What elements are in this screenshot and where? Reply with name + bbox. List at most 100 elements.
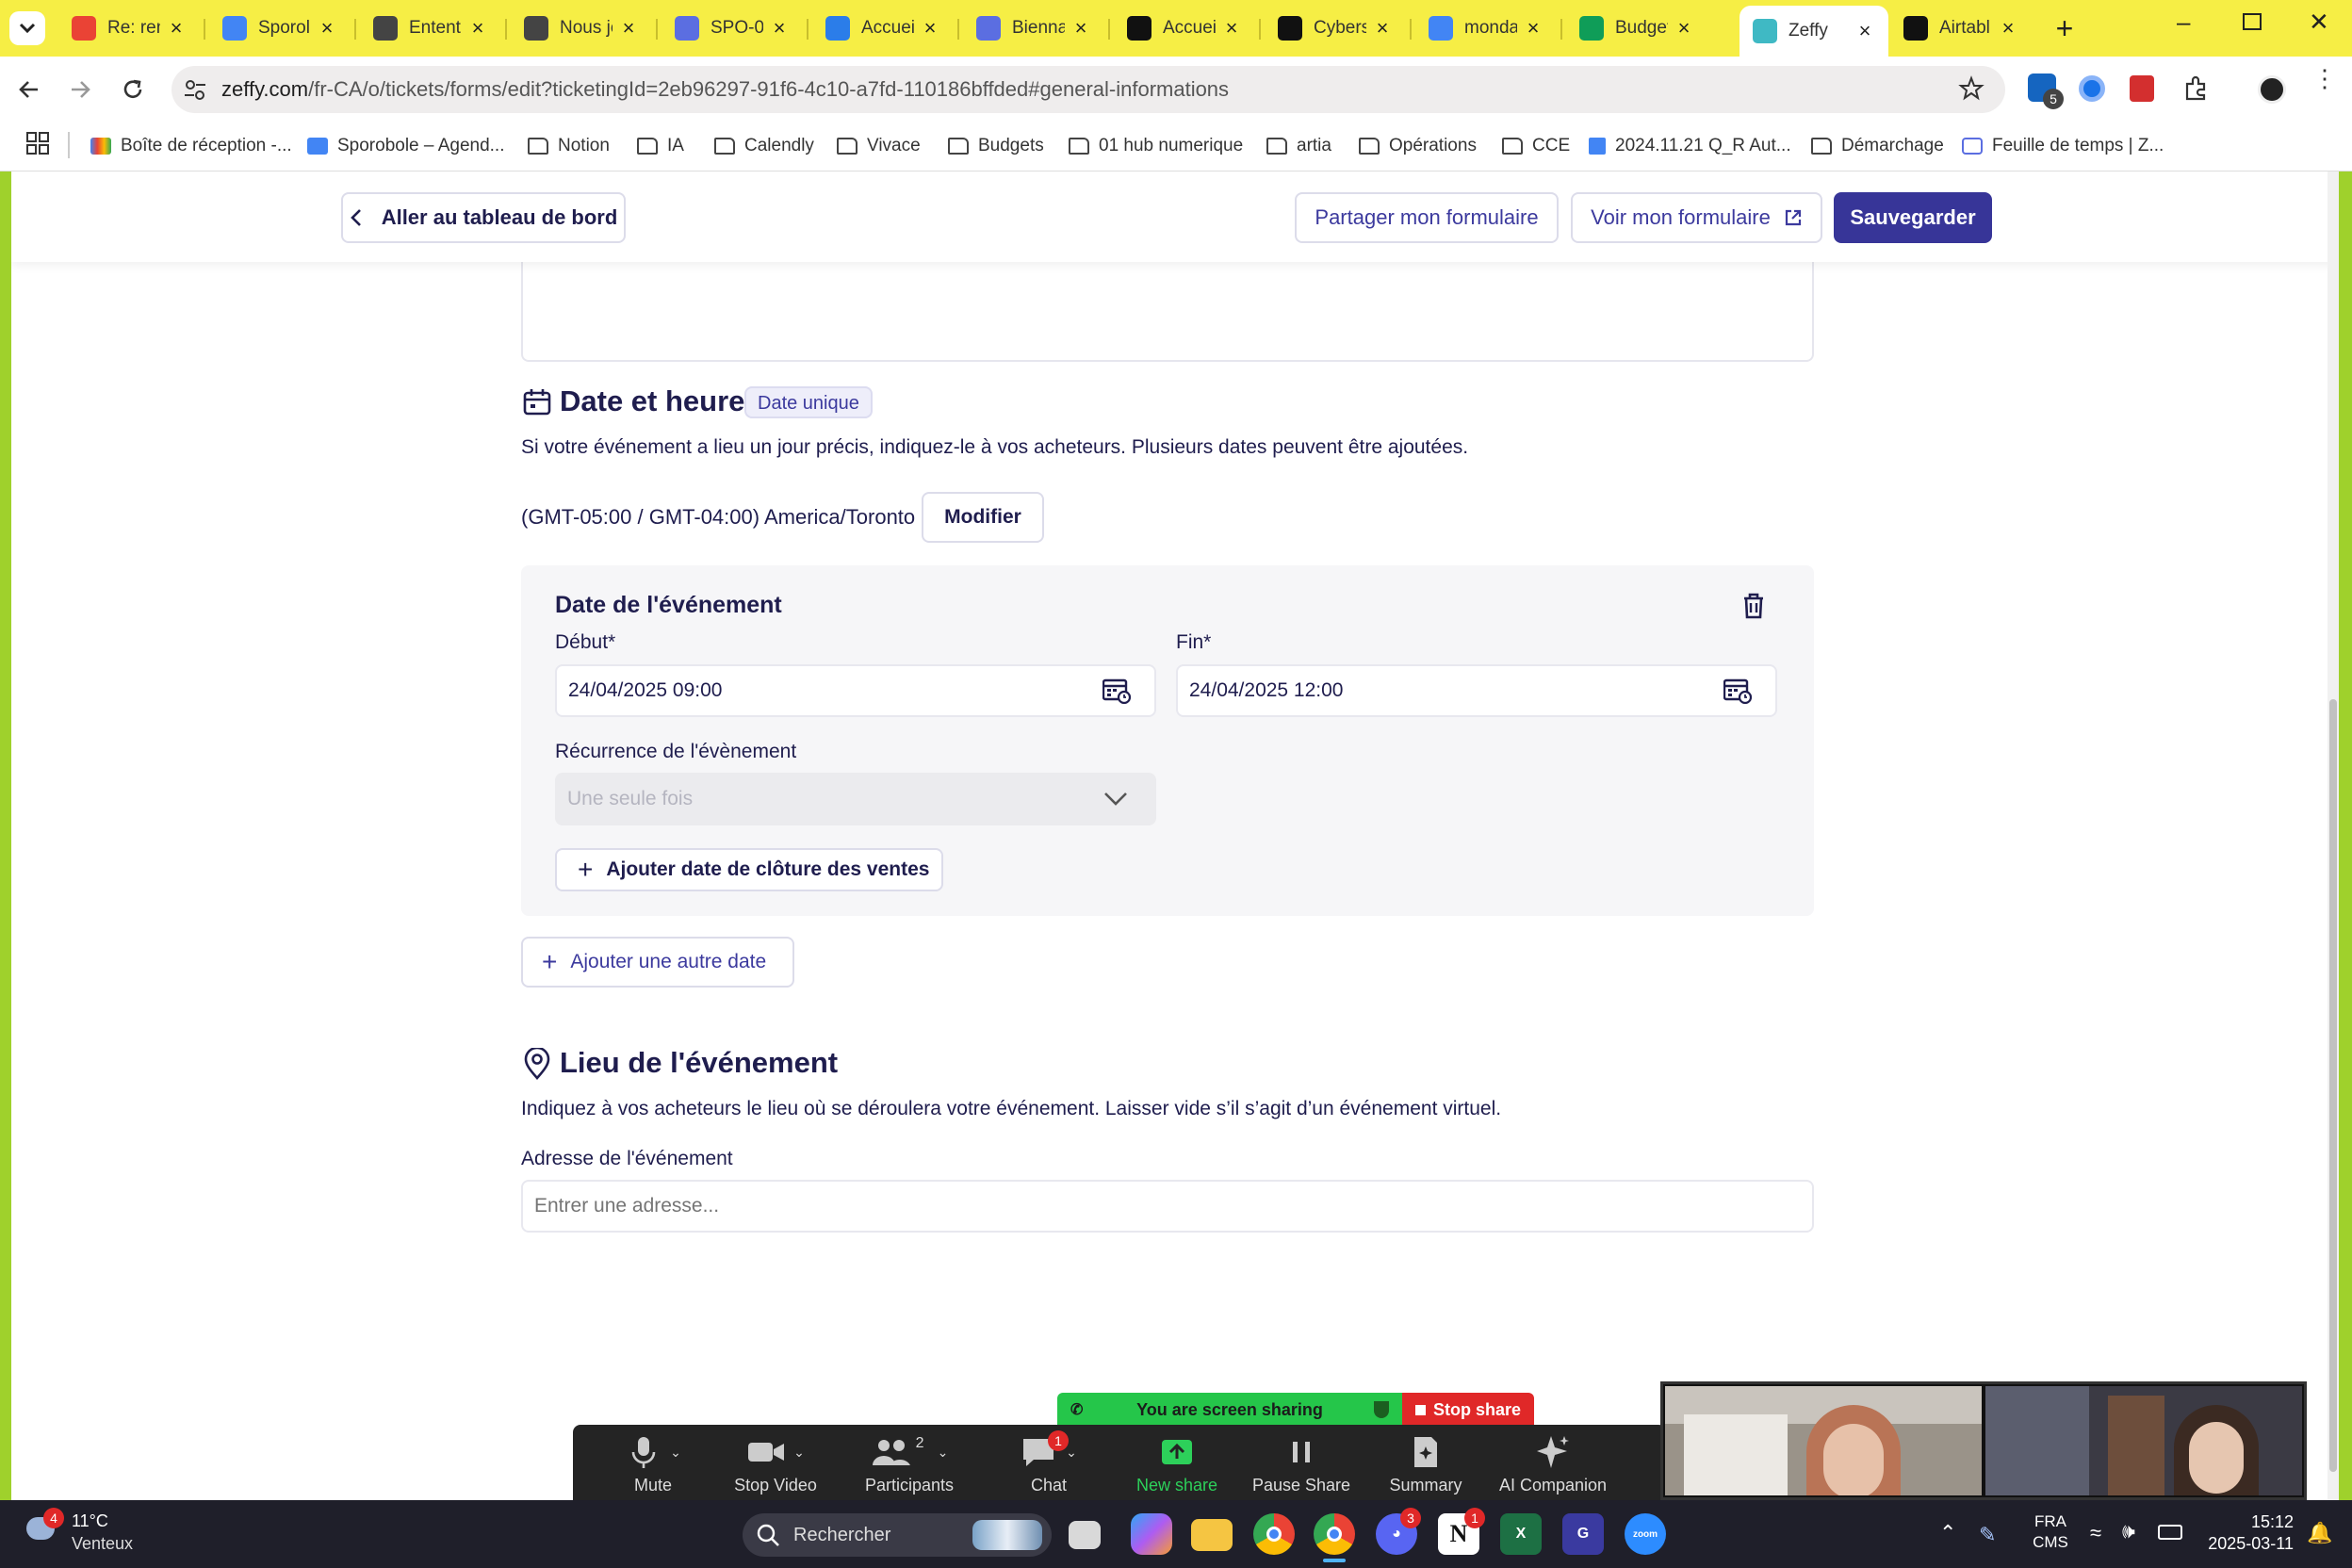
bookmark-item[interactable]: 2024.11.21 Q_R Aut... bbox=[1589, 130, 1791, 162]
extensions-puzzle-icon[interactable] bbox=[2182, 75, 2209, 102]
task-view-icon[interactable] bbox=[1069, 1521, 1101, 1549]
tab-search-button[interactable] bbox=[9, 11, 45, 45]
start-date-field[interactable]: 24/04/2025 09:00 bbox=[555, 664, 1156, 717]
apps-grid-icon[interactable] bbox=[26, 132, 49, 155]
back-button[interactable] bbox=[17, 77, 41, 102]
bookmark-item[interactable]: Opérations bbox=[1359, 130, 1477, 162]
bookmark-item[interactable]: IA bbox=[637, 130, 684, 162]
bookmark-item[interactable]: Démarchage bbox=[1811, 130, 1944, 162]
tab-10[interactable]: Budget × bbox=[1566, 9, 1707, 47]
close-tab-icon[interactable]: × bbox=[1854, 19, 1875, 43]
copilot-icon[interactable] bbox=[1131, 1513, 1172, 1555]
participant-video-1[interactable] bbox=[1665, 1386, 1982, 1495]
address-input[interactable] bbox=[521, 1180, 1814, 1233]
new-tab-button[interactable]: + bbox=[2047, 9, 2082, 47]
language-indicator[interactable]: FRA CMS bbox=[2028, 1511, 2073, 1553]
bookmark-star-icon[interactable] bbox=[1958, 75, 1984, 102]
chrome-menu-icon[interactable]: ⋮ bbox=[2312, 66, 2337, 90]
share-form-button[interactable]: Partager mon formulaire bbox=[1295, 192, 1559, 243]
tab-12[interactable]: Airtabl × bbox=[1890, 9, 2032, 47]
tab-6[interactable]: Bienna × bbox=[963, 9, 1104, 47]
stop-video-button[interactable]: ⌄ Stop Video bbox=[714, 1432, 837, 1495]
summary-button[interactable]: Summary bbox=[1364, 1432, 1487, 1495]
extension-pdf-icon[interactable] bbox=[2130, 75, 2154, 102]
clock[interactable]: 15:12 2025-03-11 bbox=[2199, 1511, 2294, 1555]
close-tab-icon[interactable]: × bbox=[769, 16, 790, 41]
ai-companion-button[interactable]: AI Companion bbox=[1478, 1432, 1628, 1495]
maximize-button[interactable] bbox=[2243, 13, 2262, 30]
tab-0[interactable]: Re: ren × bbox=[58, 9, 200, 47]
volume-icon[interactable]: 🕪 bbox=[2122, 1519, 2135, 1544]
chevron-down-icon[interactable]: ⌄ bbox=[938, 1445, 949, 1461]
close-tab-icon[interactable]: × bbox=[1070, 16, 1091, 41]
close-tab-icon[interactable]: × bbox=[1221, 16, 1242, 41]
new-share-button[interactable]: New share bbox=[1116, 1432, 1238, 1495]
pen-icon[interactable]: ✎ bbox=[1979, 1523, 1996, 1547]
url-text[interactable]: zeffy.com/fr-CA/o/tickets/forms/edit?tic… bbox=[221, 77, 1229, 102]
bookmark-item[interactable]: Budgets bbox=[948, 130, 1044, 162]
windows-start-icon[interactable] bbox=[684, 1515, 722, 1553]
site-info-icon[interactable] bbox=[183, 77, 207, 102]
close-tab-icon[interactable]: × bbox=[1674, 16, 1694, 41]
excel-icon[interactable]: X bbox=[1500, 1513, 1542, 1555]
tab-4[interactable]: SPO-0 × bbox=[662, 9, 803, 47]
end-date-field[interactable]: 24/04/2025 12:00 bbox=[1176, 664, 1777, 717]
bookmark-item[interactable]: 01 hub numerique bbox=[1069, 130, 1243, 162]
taskbar-search-box[interactable]: Rechercher bbox=[743, 1513, 1052, 1557]
bookmark-item[interactable]: artia bbox=[1266, 130, 1331, 162]
bookmark-item[interactable]: CCE bbox=[1502, 130, 1570, 162]
bookmark-item[interactable]: Feuille de temps | Z... bbox=[1962, 130, 2164, 162]
view-form-button[interactable]: Voir mon formulaire bbox=[1571, 192, 1822, 243]
tab-2[interactable]: Entent × bbox=[360, 9, 501, 47]
forward-button[interactable] bbox=[68, 77, 92, 102]
bookmark-item[interactable]: Boîte de réception -... bbox=[90, 130, 292, 162]
wifi-icon[interactable]: ≈ bbox=[2090, 1521, 2101, 1545]
tab-7[interactable]: Accueil × bbox=[1114, 9, 1255, 47]
close-tab-icon[interactable]: × bbox=[317, 16, 337, 41]
video-panel[interactable] bbox=[1660, 1381, 2307, 1500]
close-window-button[interactable]: ✕ bbox=[2309, 8, 2329, 37]
show-hidden-icons[interactable]: ⌃ bbox=[1939, 1521, 1956, 1545]
chevron-down-icon[interactable]: ⌄ bbox=[793, 1445, 805, 1461]
extension-circle-icon[interactable] bbox=[2079, 75, 2105, 102]
tab-9[interactable]: monda × bbox=[1415, 9, 1557, 47]
close-tab-icon[interactable]: × bbox=[1523, 16, 1544, 41]
tab-5[interactable]: Accuei × bbox=[812, 9, 954, 47]
participant-video-2[interactable] bbox=[1985, 1386, 2302, 1495]
add-another-date-button[interactable]: + Ajouter une autre date bbox=[521, 937, 794, 988]
close-tab-icon[interactable]: × bbox=[1372, 16, 1393, 41]
page-scrollbar-thumb[interactable] bbox=[2329, 699, 2337, 1472]
chrome-icon[interactable] bbox=[1253, 1513, 1295, 1555]
tab-1[interactable]: Sporol × bbox=[209, 9, 351, 47]
close-tab-icon[interactable]: × bbox=[1998, 16, 2018, 41]
close-tab-icon[interactable]: × bbox=[166, 16, 187, 41]
bookmark-item[interactable]: Sporobole – Agend... bbox=[307, 130, 504, 162]
pause-share-button[interactable]: Pause Share bbox=[1240, 1432, 1363, 1495]
file-explorer-icon[interactable] bbox=[1191, 1519, 1233, 1551]
chevron-down-icon[interactable]: ⌄ bbox=[1066, 1445, 1077, 1461]
start-calendar-icon[interactable] bbox=[1102, 678, 1131, 704]
bookmark-item[interactable]: Vivace bbox=[837, 130, 921, 162]
weather-widget[interactable]: 4 11°C Venteux bbox=[23, 1508, 145, 1560]
close-tab-icon[interactable]: × bbox=[920, 16, 940, 41]
tab-8[interactable]: Cybers × bbox=[1265, 9, 1406, 47]
end-calendar-icon[interactable] bbox=[1723, 678, 1752, 704]
delete-date-button[interactable] bbox=[1740, 592, 1767, 620]
mute-button[interactable]: ⌄ Mute bbox=[592, 1432, 714, 1495]
app-g-icon[interactable]: G bbox=[1562, 1513, 1604, 1555]
profile-avatar[interactable] bbox=[2258, 75, 2286, 104]
participants-button[interactable]: 2 ⌄ Participants bbox=[848, 1432, 971, 1495]
battery-icon[interactable] bbox=[2158, 1525, 2182, 1540]
modify-timezone-button[interactable]: Modifier bbox=[922, 492, 1044, 543]
close-tab-icon[interactable]: × bbox=[467, 16, 488, 41]
back-to-dashboard-button[interactable]: Aller au tableau de bord bbox=[341, 192, 626, 243]
tab-3[interactable]: Nous je × bbox=[511, 9, 652, 47]
add-sales-close-date-button[interactable]: + Ajouter date de clôture des ventes bbox=[555, 848, 943, 891]
chrome-profile-icon[interactable] bbox=[1314, 1513, 1355, 1555]
save-button[interactable]: Sauvegarder bbox=[1834, 192, 1992, 243]
recurrence-select[interactable]: Une seule fois bbox=[555, 773, 1156, 825]
zoom-icon[interactable]: zoom bbox=[1625, 1513, 1666, 1555]
tab-11[interactable]: Zeffy × bbox=[1740, 6, 1888, 57]
stop-share-button[interactable]: Stop share bbox=[1402, 1393, 1534, 1427]
reload-button[interactable] bbox=[121, 77, 145, 102]
